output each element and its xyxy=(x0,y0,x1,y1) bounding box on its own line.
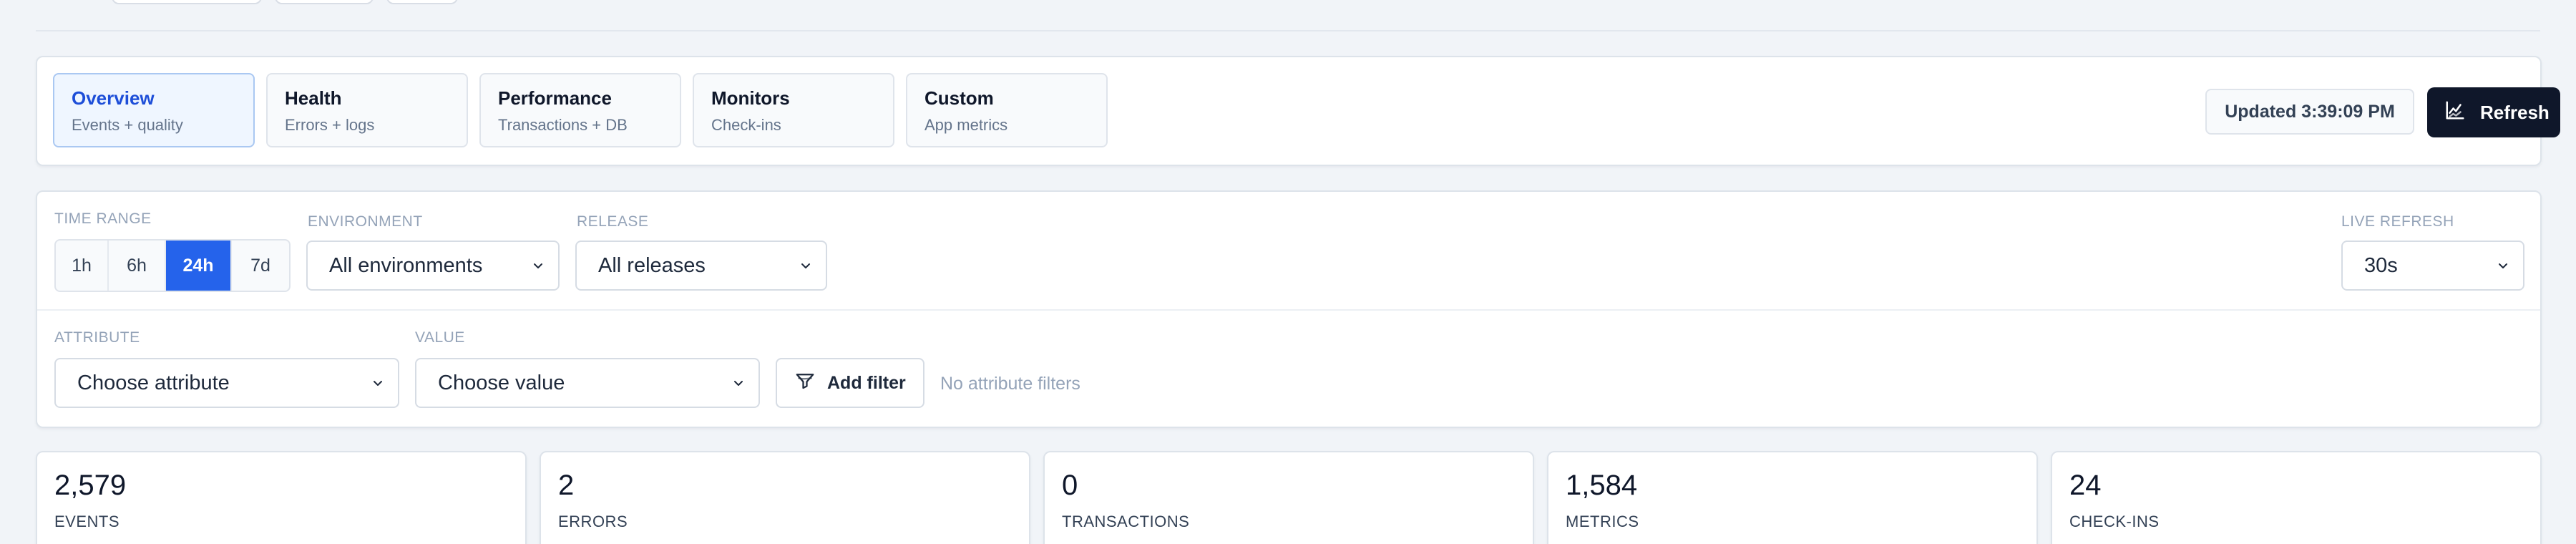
stat-label: CHECK-INS xyxy=(2069,513,2160,530)
filters-card: TIME RANGE 1h 6h 24h 7d ENVIRONMENT All … xyxy=(36,190,2542,428)
stat-card-check-ins[interactable]: 24 CHECK-INS xyxy=(2051,451,2542,544)
chart-line-icon xyxy=(2444,99,2466,126)
no-filters-message: No attribute filters xyxy=(940,374,1080,394)
tab-subtitle: Transactions + DB xyxy=(498,116,628,134)
live-refresh-select-value: 30s xyxy=(2364,253,2398,277)
time-range-label: TIME RANGE xyxy=(54,210,152,227)
tab-title: Performance xyxy=(498,87,612,109)
tab-custom[interactable]: Custom App metrics xyxy=(906,73,1108,147)
chevron-down-icon xyxy=(734,381,743,386)
stat-card-metrics[interactable]: 1,584 METRICS xyxy=(1547,451,2038,544)
tab-title: Monitors xyxy=(711,87,790,109)
tab-overview[interactable]: Overview Events + quality xyxy=(53,73,255,147)
release-label: RELEASE xyxy=(577,213,649,230)
tab-subtitle: Events + quality xyxy=(72,116,183,134)
tab-monitors[interactable]: Monitors Check-ins xyxy=(693,73,894,147)
stat-value: 0 xyxy=(1062,470,1078,501)
add-filter-button[interactable]: Add filter xyxy=(776,358,924,408)
environment-select-value: All environments xyxy=(329,253,483,277)
top-toolbar-chip[interactable] xyxy=(275,0,374,4)
value-label: VALUE xyxy=(415,329,465,346)
tab-title: Custom xyxy=(924,87,994,109)
chevron-down-icon xyxy=(374,381,382,386)
stat-label: ERRORS xyxy=(558,513,628,530)
tab-title: Overview xyxy=(72,87,155,109)
stat-label: EVENTS xyxy=(54,513,120,530)
release-select-value: All releases xyxy=(598,253,706,277)
tab-title: Health xyxy=(285,87,342,109)
chevron-down-icon xyxy=(2499,263,2507,268)
time-range-option-6h[interactable]: 6h xyxy=(109,241,166,291)
chevron-down-icon xyxy=(801,263,810,268)
stat-value: 2,579 xyxy=(54,470,127,501)
header-divider xyxy=(36,30,2540,31)
stat-value: 24 xyxy=(2069,470,2102,501)
tab-subtitle: Errors + logs xyxy=(285,116,375,134)
stat-card-transactions[interactable]: 0 TRANSACTIONS xyxy=(1043,451,1534,544)
chevron-down-icon xyxy=(534,263,542,268)
value-select-value: Choose value xyxy=(438,371,565,394)
time-range-option-1h[interactable]: 1h xyxy=(56,241,109,291)
refresh-button-label: Refresh xyxy=(2480,101,2550,123)
stat-label: TRANSACTIONS xyxy=(1062,513,1190,530)
refresh-button[interactable]: Refresh xyxy=(2427,87,2560,137)
funnel-icon xyxy=(794,370,816,397)
view-tabs-card: Overview Events + quality Health Errors … xyxy=(36,56,2560,166)
time-range-option-24h[interactable]: 24h xyxy=(166,241,232,291)
stat-card-errors[interactable]: 2 ERRORS xyxy=(540,451,1030,544)
top-toolbar-partial xyxy=(0,0,2576,31)
tab-health[interactable]: Health Errors + logs xyxy=(266,73,468,147)
filters-divider xyxy=(37,309,2540,311)
tab-subtitle: Check-ins xyxy=(711,116,781,134)
tab-performance[interactable]: Performance Transactions + DB xyxy=(479,73,681,147)
attribute-select[interactable]: Choose attribute xyxy=(54,358,399,408)
live-refresh-select[interactable]: 30s xyxy=(2341,241,2524,291)
last-updated-badge: Updated 3:39:09 PM xyxy=(2205,89,2414,135)
stat-value: 1,584 xyxy=(1566,470,1638,501)
dashboard-page: Overview Events + quality Health Errors … xyxy=(0,0,2576,544)
value-select[interactable]: Choose value xyxy=(415,358,760,408)
attribute-label: ATTRIBUTE xyxy=(54,329,140,346)
stat-value: 2 xyxy=(558,470,575,501)
environment-label: ENVIRONMENT xyxy=(308,213,423,230)
time-range-segmented-control: 1h 6h 24h 7d xyxy=(54,239,291,292)
release-select[interactable]: All releases xyxy=(575,241,827,291)
top-toolbar-chip[interactable] xyxy=(112,0,262,4)
environment-select[interactable]: All environments xyxy=(306,241,560,291)
stat-card-events[interactable]: 2,579 EVENTS xyxy=(36,451,527,544)
add-filter-label: Add filter xyxy=(827,372,906,393)
time-range-option-7d[interactable]: 7d xyxy=(232,241,289,291)
attribute-select-value: Choose attribute xyxy=(77,371,230,394)
stat-label: METRICS xyxy=(1566,513,1639,530)
live-refresh-label: LIVE REFRESH xyxy=(2341,213,2454,230)
top-toolbar-chip[interactable] xyxy=(386,0,458,4)
tab-subtitle: App metrics xyxy=(924,116,1008,134)
